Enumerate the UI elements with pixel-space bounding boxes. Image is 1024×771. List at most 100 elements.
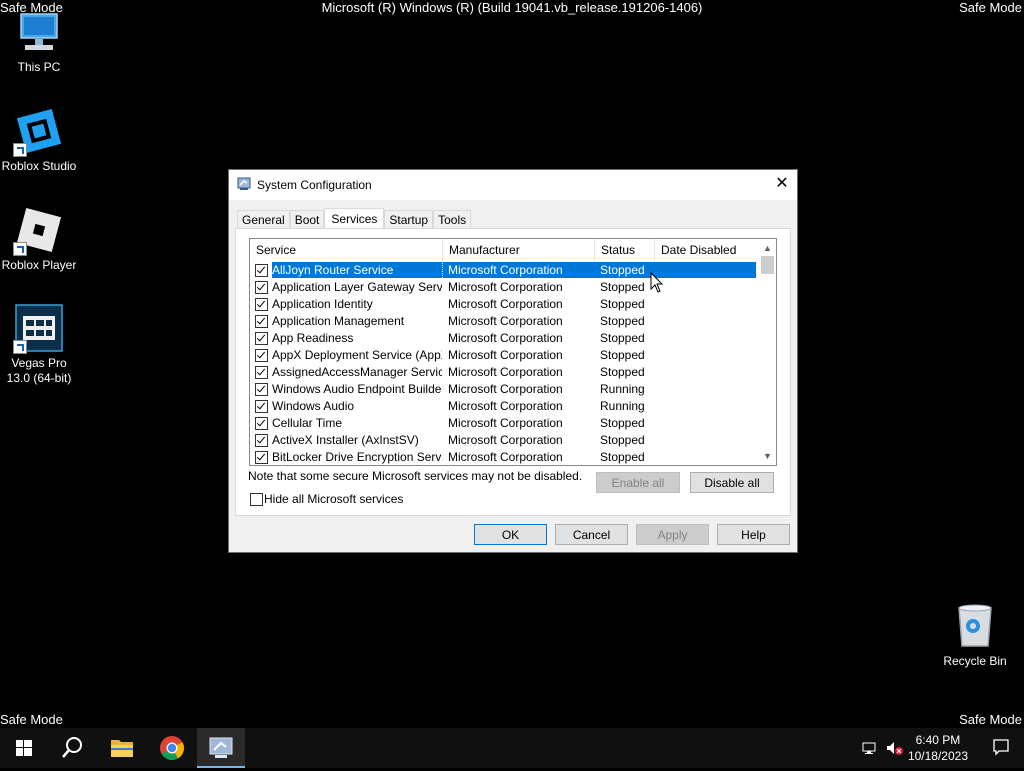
apply-button[interactable]: Apply xyxy=(636,524,709,545)
desktop-icon-label: Recycle Bin xyxy=(943,654,1007,668)
tab-startup[interactable]: Startup xyxy=(384,210,434,229)
service-date-disabled xyxy=(660,330,756,347)
search-button[interactable] xyxy=(48,728,96,768)
search-icon xyxy=(62,737,82,758)
service-checkbox[interactable] xyxy=(255,349,268,362)
service-name: App Readiness xyxy=(272,331,354,345)
service-date-disabled xyxy=(660,381,756,398)
scroll-down-arrow-icon[interactable]: ▼ xyxy=(759,449,776,463)
safe-mode-label: Safe Mode xyxy=(959,712,1022,727)
safe-mode-label: Safe Mode xyxy=(959,0,1022,15)
table-row[interactable]: Application Identity Microsoft Corporatio… xyxy=(250,296,762,313)
desktop-icon-recycle-bin[interactable]: Recycle Bin xyxy=(935,602,1015,669)
service-checkbox[interactable] xyxy=(255,383,268,396)
vegas-pro-icon xyxy=(13,304,63,354)
service-manufacturer: Microsoft Corporation xyxy=(448,365,563,379)
shortcut-arrow-icon xyxy=(13,242,27,256)
service-name: Windows Audio Endpoint Builder xyxy=(272,382,442,396)
cancel-button[interactable]: Cancel xyxy=(555,524,628,545)
service-manufacturer: Microsoft Corporation xyxy=(448,450,563,464)
service-checkbox[interactable] xyxy=(255,451,268,464)
volume-muted-icon[interactable] xyxy=(886,740,904,759)
services-list[interactable]: Service Manufacturer Status Date Disable… xyxy=(249,238,777,466)
service-date-disabled xyxy=(660,432,756,449)
tab-strip: General Boot Services Startup Tools xyxy=(237,208,472,230)
table-row[interactable]: BitLocker Drive Encryption Service Micros… xyxy=(250,449,762,465)
disable-all-button[interactable]: Disable all xyxy=(690,472,774,493)
scroll-thumb[interactable] xyxy=(761,256,774,274)
desktop-icon-vegas-pro[interactable]: Vegas Pro 13.0 (64-bit) xyxy=(0,304,79,386)
service-checkbox[interactable] xyxy=(255,434,268,447)
column-header-date-disabled[interactable]: Date Disabled xyxy=(655,239,762,261)
service-status: Stopped xyxy=(600,365,645,379)
enable-all-button[interactable]: Enable all xyxy=(596,472,680,493)
service-status: Stopped xyxy=(600,416,645,430)
column-header-status[interactable]: Status xyxy=(595,239,655,261)
tab-services[interactable]: Services xyxy=(324,208,385,230)
table-row[interactable]: Windows Audio Microsoft Corporation Runnin… xyxy=(250,398,762,415)
service-status: Running xyxy=(600,382,645,396)
desktop-icon-this-pc[interactable]: This PC xyxy=(0,8,79,75)
checkbox-label: Hide all Microsoft services xyxy=(264,492,404,506)
service-name: Cellular Time xyxy=(272,416,343,430)
tab-general[interactable]: General xyxy=(237,210,290,229)
system-configuration-taskbar-button[interactable] xyxy=(197,728,245,768)
service-name: AssignedAccessManager Service xyxy=(272,365,442,379)
system-configuration-icon xyxy=(209,737,233,758)
services-tab-panel: Service Manufacturer Status Date Disable… xyxy=(235,228,791,516)
service-date-disabled xyxy=(660,415,756,432)
table-row[interactable]: AssignedAccessManager Service Microsoft C… xyxy=(250,364,762,381)
title-bar[interactable]: System Configuration ✕ xyxy=(229,170,797,200)
tab-tools[interactable]: Tools xyxy=(433,210,472,229)
msconfig-icon xyxy=(237,177,251,191)
service-status: Stopped xyxy=(600,450,645,464)
table-row[interactable]: App Readiness Microsoft Corporation Stoppe… xyxy=(250,330,762,347)
desktop-icon-roblox-studio[interactable]: Roblox Studio xyxy=(0,107,79,174)
service-manufacturer: Microsoft Corporation xyxy=(448,297,563,311)
table-row[interactable]: Windows Audio Endpoint Builder Microsoft … xyxy=(250,381,762,398)
service-checkbox[interactable] xyxy=(255,264,268,277)
help-button[interactable]: Help xyxy=(717,524,790,545)
service-status: Stopped xyxy=(600,263,645,277)
table-row[interactable]: AllJoyn Router Service Microsoft Corporat… xyxy=(250,261,762,280)
scroll-up-arrow-icon[interactable]: ▲ xyxy=(759,241,776,255)
network-icon[interactable] xyxy=(862,740,878,759)
roblox-studio-icon xyxy=(13,107,63,157)
vertical-scrollbar[interactable]: ▲ ▼ xyxy=(759,239,776,465)
start-button[interactable] xyxy=(0,728,48,768)
service-manufacturer: Microsoft Corporation xyxy=(448,416,563,430)
service-status: Stopped xyxy=(600,314,645,328)
service-checkbox[interactable] xyxy=(255,332,268,345)
desktop-icon-roblox-player[interactable]: Roblox Player xyxy=(0,206,79,273)
service-checkbox[interactable] xyxy=(255,366,268,379)
column-header-service[interactable]: Service xyxy=(250,239,443,261)
start-icon xyxy=(16,740,32,756)
service-checkbox[interactable] xyxy=(255,315,268,328)
service-date-disabled xyxy=(660,313,756,330)
table-row[interactable]: AppX Deployment Service (AppX... Microsof… xyxy=(250,347,762,364)
system-clock[interactable]: 6:40 PM 10/18/2023 xyxy=(908,732,968,764)
service-checkbox[interactable] xyxy=(255,281,268,294)
service-manufacturer: Microsoft Corporation xyxy=(448,314,563,328)
service-status: Running xyxy=(600,399,645,413)
service-manufacturer: Microsoft Corporation xyxy=(448,348,563,362)
checkbox-box[interactable] xyxy=(250,493,263,506)
chrome-button[interactable] xyxy=(148,728,196,768)
tab-boot[interactable]: Boot xyxy=(289,210,325,229)
table-row[interactable]: Application Layer Gateway Service Microso… xyxy=(250,279,762,296)
list-header: Service Manufacturer Status Date Disable… xyxy=(250,239,762,261)
service-checkbox[interactable] xyxy=(255,400,268,413)
table-row[interactable]: Cellular Time Microsoft Corporation Stoppe… xyxy=(250,415,762,432)
action-center-icon[interactable] xyxy=(992,738,1010,759)
service-checkbox[interactable] xyxy=(255,298,268,311)
service-name: AppX Deployment Service (AppX... xyxy=(272,348,442,362)
column-header-manufacturer[interactable]: Manufacturer xyxy=(443,239,595,261)
file-explorer-button[interactable] xyxy=(98,728,146,768)
table-row[interactable]: ActiveX Installer (AxInstSV) Microsoft Co… xyxy=(250,432,762,449)
table-row[interactable]: Application Management Microsoft Corporat… xyxy=(250,313,762,330)
service-checkbox[interactable] xyxy=(255,417,268,430)
close-button[interactable]: ✕ xyxy=(767,170,797,200)
service-date-disabled xyxy=(660,347,756,364)
desktop-icon-label: Roblox Player xyxy=(1,258,77,272)
ok-button[interactable]: OK xyxy=(474,524,547,545)
